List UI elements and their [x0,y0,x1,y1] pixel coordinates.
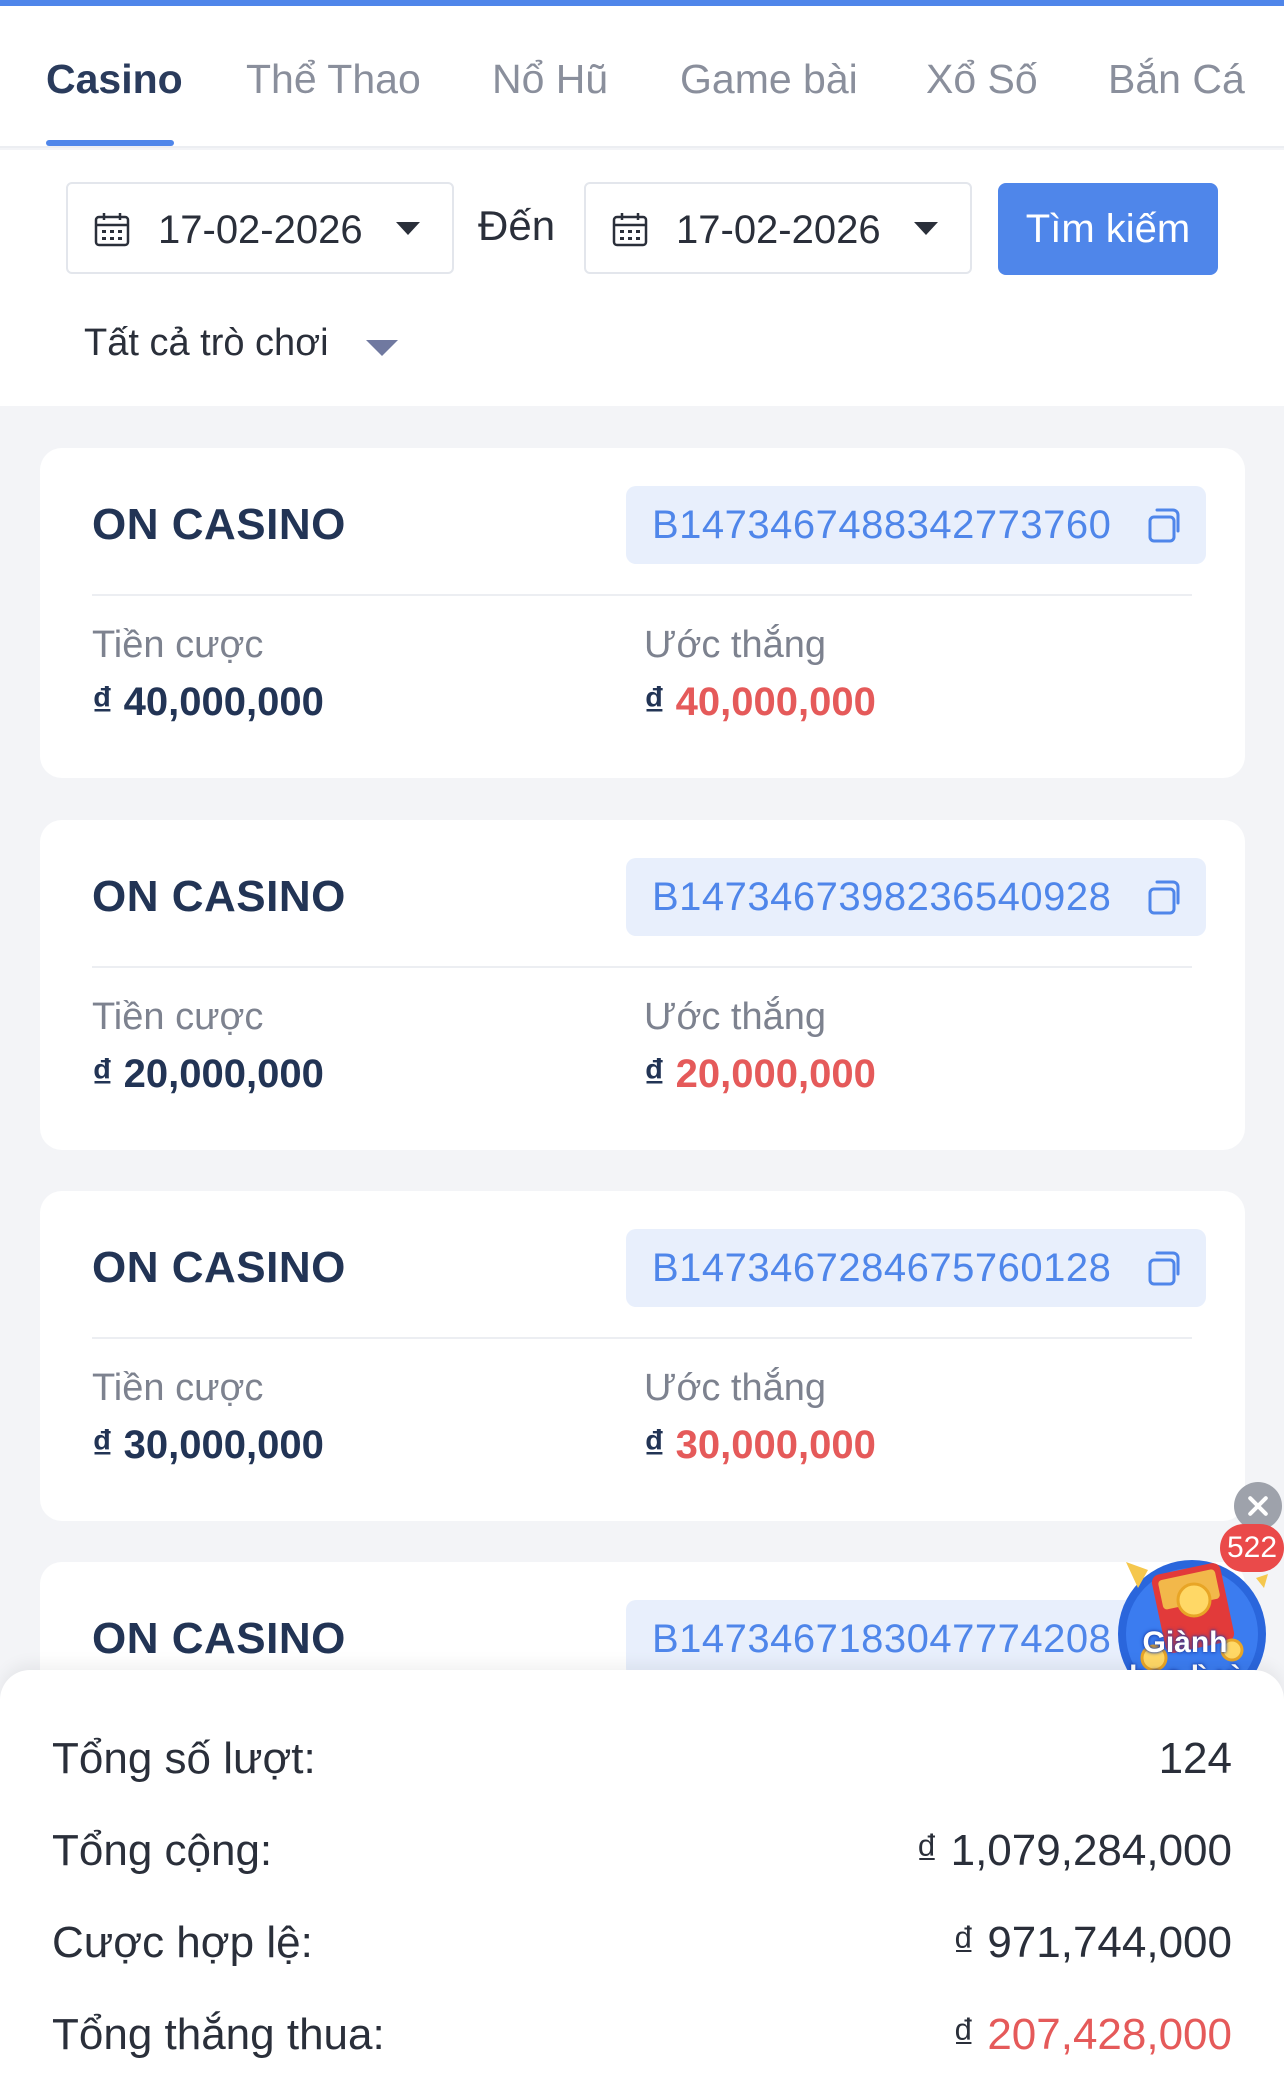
calendar-icon [612,213,648,247]
caret-down-icon[interactable] [366,340,398,356]
bet-id: B1473467183047774208 [652,1617,1112,1661]
bet-id-pill[interactable]: B1473467488342773760 [626,486,1206,564]
summary-panel: Tổng số lượt: 124 Tổng cộng: ₫ 1,079,284… [0,1670,1284,2080]
bet-id-pill[interactable]: B1473467284675760128 [626,1229,1206,1307]
tab-casino[interactable]: Casino [46,56,183,103]
bet-record-card[interactable]: ON CASINO B1473467488342773760 Tiền cược… [40,448,1245,778]
bet-record-card[interactable]: ON CASINO B1473467284675760128 Tiền cược… [40,1191,1245,1521]
game-filter-dropdown[interactable]: Tất cả trò chơi [84,322,329,365]
summary-total: Tổng cộng: ₫ 1,079,284,000 [52,1826,1232,1886]
bet-id-pill[interactable]: B1473467398236540928 [626,858,1206,936]
tab-ban-ca[interactable]: Bắn Cá [1108,56,1245,103]
summary-label: Cược hợp lệ: [52,1918,313,1967]
category-tabs: Casino Thể Thao Nổ Hũ Game bài Xổ Số Bắn… [0,6,1284,148]
summary-total-turns: Tổng số lượt: 124 [52,1734,1232,1794]
est-win-label: Ước thắng [644,1367,827,1409]
copy-icon[interactable] [1144,1247,1186,1289]
summary-win-loss: Tổng thắng thua: ₫ 207,428,000 [52,2010,1232,2070]
est-win-value: ₫ 30,000,000 [644,1423,876,1467]
summary-label: Tổng số lượt: [52,1734,316,1783]
game-name: ON CASINO [92,872,346,921]
calendar-icon [94,213,130,247]
summary-value: ₫ 1,079,284,000 [915,1826,1232,1875]
game-name: ON CASINO [92,1614,346,1663]
bet-id: B1473467398236540928 [652,875,1112,919]
promo-count-badge: 522 [1220,1524,1284,1572]
tab-game-bai[interactable]: Game bài [680,56,858,103]
bet-record-card[interactable]: ON CASINO B1473467398236540928 Tiền cược… [40,820,1245,1150]
to-date-picker[interactable]: 17-02-2026 [584,182,972,274]
tab-xo-so[interactable]: Xổ Số [926,56,1038,103]
promo-close-button[interactable] [1234,1482,1282,1530]
est-win-label: Ước thắng [644,624,827,666]
tab-no-hu[interactable]: Nổ Hũ [492,56,608,103]
search-button[interactable]: Tìm kiếm [998,183,1218,275]
from-date-picker[interactable]: 17-02-2026 [66,182,454,274]
copy-icon[interactable] [1144,504,1186,546]
summary-value: ₫ 207,428,000 [952,2010,1232,2059]
est-win-label: Ước thắng [644,996,827,1038]
summary-label: Tổng thắng thua: [52,2010,385,2059]
caret-down-icon [396,222,420,235]
bet-amount-value: ₫ 20,000,000 [92,1052,324,1096]
filter-bar: 17-02-2026 Đến 17-02-2026 Tìm kiếm Tất c… [0,150,1284,406]
from-date-value: 17-02-2026 [158,208,363,252]
summary-valid-bet: Cược hợp lệ: ₫ 971,744,000 [52,1918,1232,1978]
card-divider [92,1337,1192,1339]
bet-amount-value: ₫ 40,000,000 [92,680,324,724]
bet-amount-value: ₫ 30,000,000 [92,1423,324,1467]
card-divider [92,966,1192,968]
game-name: ON CASINO [92,1243,346,1292]
tab-the-thao[interactable]: Thể Thao [246,56,421,103]
to-label: Đến [478,202,556,249]
bet-amount-label: Tiền cược [92,624,264,666]
caret-down-icon [914,222,938,235]
copy-icon[interactable] [1144,876,1186,918]
bet-id: B1473467284675760128 [652,1246,1112,1290]
est-win-value: ₫ 20,000,000 [644,1052,876,1096]
summary-value: ₫ 971,744,000 [952,1918,1232,1967]
est-win-value: ₫ 40,000,000 [644,680,876,724]
bet-amount-label: Tiền cược [92,996,264,1038]
active-tab-indicator [46,140,174,146]
bet-amount-label: Tiền cược [92,1367,264,1409]
game-name: ON CASINO [92,500,346,549]
summary-label: Tổng cộng: [52,1826,273,1875]
summary-value: 124 [1158,1734,1232,1783]
card-divider [92,594,1192,596]
to-date-value: 17-02-2026 [676,208,881,252]
bet-id: B1473467488342773760 [652,503,1112,547]
